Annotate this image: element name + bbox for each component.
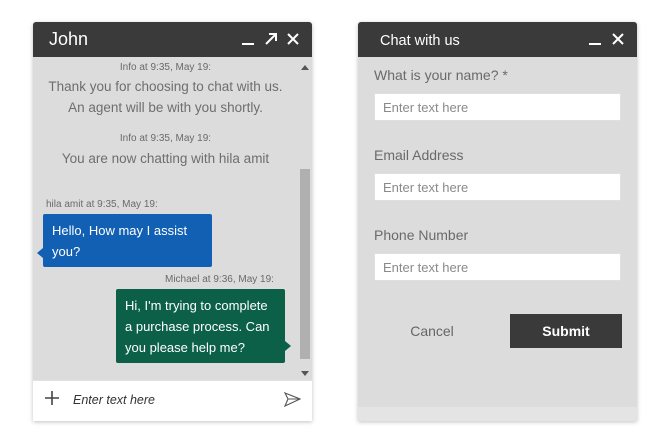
message-meta: Info at 9:35, May 19:: [119, 62, 212, 73]
scroll-up-icon[interactable]: [301, 65, 309, 70]
close-icon[interactable]: [610, 31, 626, 47]
message-meta: Info at 9:35, May 19:: [119, 133, 212, 144]
form-footer: [358, 407, 637, 421]
cancel-button[interactable]: Cancel: [382, 314, 482, 348]
name-field[interactable]: [374, 93, 621, 121]
close-icon[interactable]: [285, 31, 301, 47]
scrollbar-thumb[interactable]: [300, 169, 310, 359]
agent-message-bubble: Hello, How may I assist you?: [37, 214, 212, 267]
form-header: Chat with us: [358, 22, 637, 57]
phone-label: Phone Number: [374, 227, 469, 243]
system-message: Thank you for choosing to chat with us.: [48, 79, 283, 94]
message-list: Info at 9:35, May 19: Thank you for choo…: [33, 57, 298, 382]
minimize-icon[interactable]: [240, 31, 256, 47]
scrollbar[interactable]: [298, 57, 312, 382]
pre-chat-form-window: Chat with us What is your name? * Email …: [358, 22, 637, 421]
user-message-bubble: Hi, I'm trying to complete a purchase pr…: [116, 289, 291, 363]
message-meta: Michael at 9:36, May 19:: [165, 274, 274, 285]
email-field[interactable]: [374, 173, 621, 201]
phone-field[interactable]: [374, 253, 621, 281]
form-title: Chat with us: [380, 33, 460, 49]
system-message: You are now chatting with hila amit: [61, 151, 270, 166]
send-icon[interactable]: [283, 391, 302, 408]
chat-composer: [33, 380, 312, 421]
scroll-down-icon[interactable]: [301, 371, 309, 376]
plus-icon[interactable]: [44, 390, 60, 406]
popout-icon[interactable]: [263, 31, 279, 47]
message-meta: hila amit at 9:35, May 19:: [46, 199, 158, 210]
chat-title: John: [49, 29, 89, 49]
system-message: An agent will be with you shortly.: [68, 100, 263, 115]
name-label: What is your name? *: [374, 67, 508, 83]
chat-header: John: [33, 22, 312, 57]
submit-button[interactable]: Submit: [510, 314, 622, 348]
message-input[interactable]: [73, 389, 273, 411]
chat-window: John Info at 9:35, May 19: Thank you for…: [33, 22, 312, 421]
email-label: Email Address: [374, 147, 464, 163]
minimize-icon[interactable]: [587, 31, 603, 47]
